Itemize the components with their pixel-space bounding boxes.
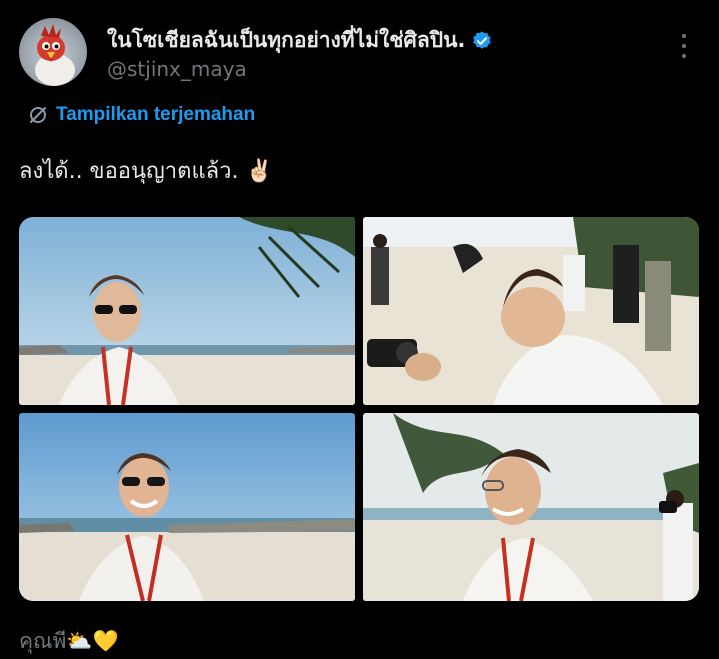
media-photo-3[interactable]	[19, 413, 355, 601]
photo-image	[363, 413, 699, 601]
more-vertical-icon	[682, 34, 686, 38]
avatar[interactable]	[19, 18, 87, 86]
verified-badge-icon	[473, 30, 492, 49]
translate-label: Tampilkan terjemahan	[56, 104, 256, 125]
more-options-button[interactable]	[674, 34, 694, 58]
author-display-name[interactable]: ในโซเชียลฉันเป็นทุกอย่างที่ไม่ใช่ศิลปิน.	[107, 24, 493, 57]
display-name-text: ในโซเชียลฉันเป็นทุกอย่างที่ไม่ใช่ศิลปิน.	[107, 28, 466, 52]
post-text: ลงได้.. ขออนุญาตแล้ว. ✌🏻	[19, 159, 273, 184]
next-post-text: คุณพี⛅💛	[19, 629, 119, 653]
media-photo-2[interactable]	[363, 217, 699, 405]
media-photo-4[interactable]	[363, 413, 699, 601]
media-photo-1[interactable]	[19, 217, 355, 405]
author-handle[interactable]: @stjinx_maya	[107, 57, 247, 81]
chicken-mascot-icon	[35, 24, 75, 86]
photo-image	[363, 217, 699, 405]
photo-image	[19, 413, 355, 601]
show-translation-link[interactable]: Tampilkan terjemahan	[28, 104, 255, 126]
more-dot	[682, 44, 686, 48]
photo-image	[19, 217, 355, 405]
more-dot	[682, 54, 686, 58]
translate-icon	[30, 107, 46, 123]
